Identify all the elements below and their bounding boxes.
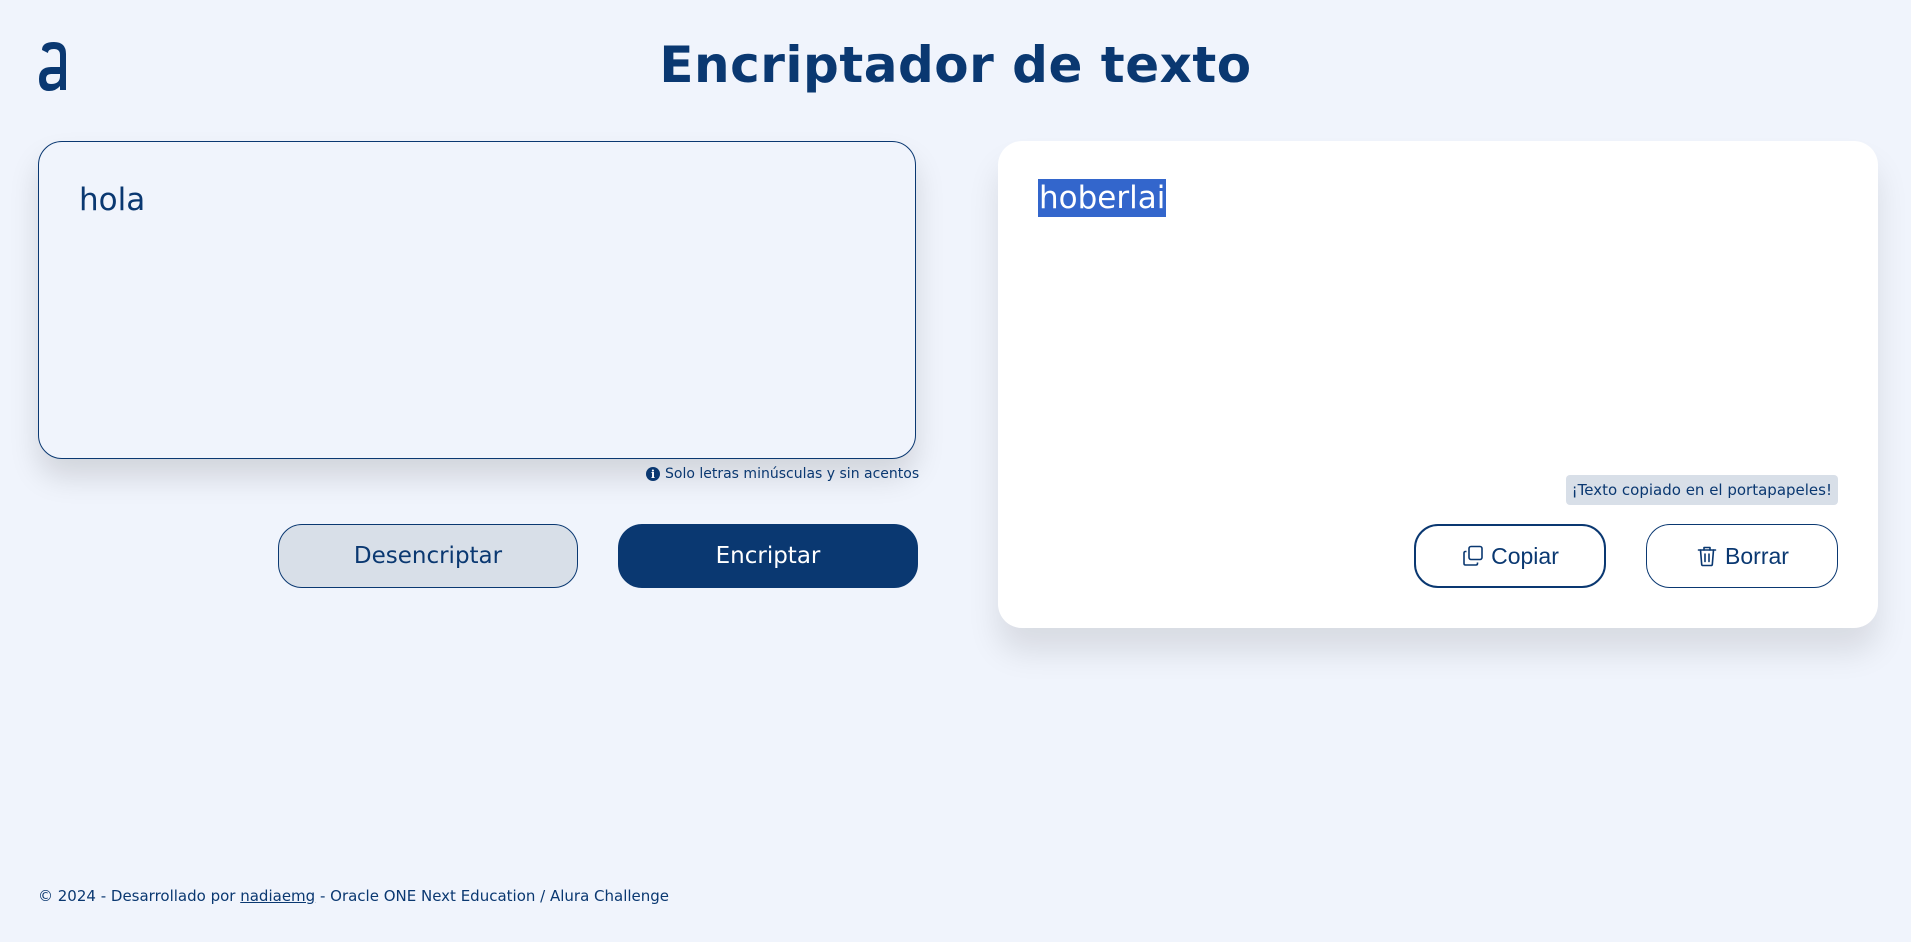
- encrypt-button[interactable]: Encriptar: [618, 524, 918, 588]
- output-text[interactable]: hoberlai: [1038, 179, 1167, 217]
- footer-prefix: © 2024 - Desarrollado por: [38, 887, 241, 905]
- author-link[interactable]: nadiaemg: [240, 887, 315, 905]
- page-title: Encriptador de texto: [659, 36, 1252, 94]
- decrypt-button[interactable]: Desencriptar: [278, 524, 578, 588]
- copy-button[interactable]: Copiar: [1414, 524, 1606, 588]
- info-icon: i: [646, 467, 660, 481]
- footer-suffix: - Oracle ONE Next Education / Alura Chal…: [315, 887, 670, 905]
- footer: © 2024 - Desarrollado por nadiaemg - Ora…: [38, 887, 669, 905]
- input-hint-text: Solo letras minúsculas y sin acentos: [665, 466, 920, 482]
- input-hint: i Solo letras minúsculas y sin acentos: [646, 466, 919, 482]
- trash-icon: [1697, 546, 1717, 567]
- copy-icon: [1463, 545, 1483, 566]
- copied-toast: ¡Texto copiado en el portapapeles!: [1565, 475, 1838, 505]
- text-input[interactable]: [38, 141, 916, 459]
- output-panel: hoberlai ¡Texto copiado en el portapapel…: [998, 141, 1878, 628]
- copy-button-label: Copiar: [1491, 542, 1559, 569]
- clear-button-label: Borrar: [1725, 542, 1789, 569]
- clear-button[interactable]: Borrar: [1646, 524, 1838, 588]
